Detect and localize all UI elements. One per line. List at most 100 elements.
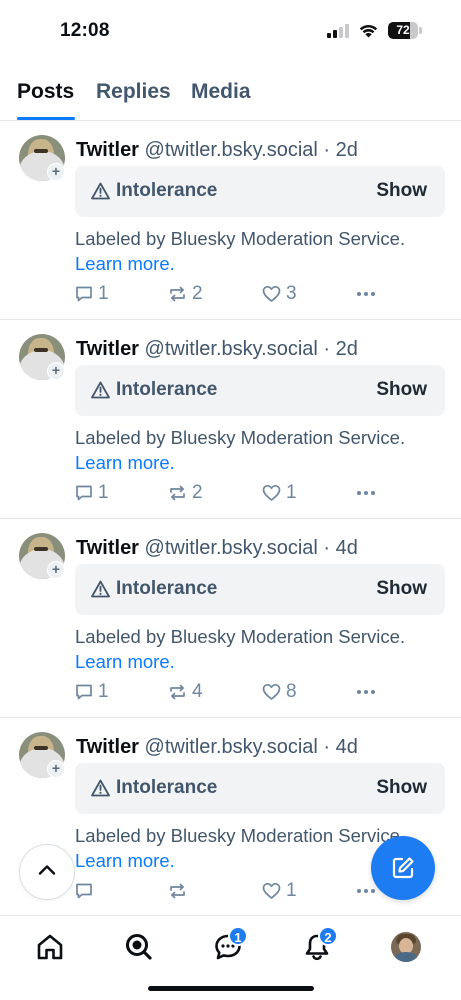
learn-more-link[interactable]: Learn more. bbox=[75, 651, 175, 673]
reply-icon bbox=[76, 286, 92, 302]
like-count: 1 bbox=[286, 482, 297, 503]
label-name: Intolerance bbox=[116, 180, 218, 201]
labeled-by-text: Labeled by Bluesky Moderation Service. bbox=[75, 825, 406, 846]
learn-more-link[interactable]: Learn more. bbox=[75, 850, 175, 872]
more-options-button[interactable] bbox=[356, 681, 376, 703]
post[interactable]: + Twitler @twitler.bsky.social · 4d Into… bbox=[0, 519, 461, 718]
author-name[interactable]: Twitler bbox=[76, 736, 139, 758]
repost-count: 4 bbox=[192, 681, 203, 702]
post-time[interactable]: 2d bbox=[336, 338, 358, 360]
compose-button[interactable] bbox=[371, 836, 435, 900]
repost-count: 2 bbox=[192, 283, 203, 304]
post-actions: 1 2 1 bbox=[75, 482, 405, 504]
show-button[interactable]: Show bbox=[376, 777, 427, 799]
post-time[interactable]: 4d bbox=[336, 537, 358, 559]
post-actions: 1 4 8 bbox=[75, 681, 405, 703]
post[interactable]: + Twitler @twitler.bsky.social · 2d Into… bbox=[0, 121, 461, 320]
labeled-by-text: Labeled by Bluesky Moderation Service. bbox=[75, 228, 406, 249]
more-options-button[interactable] bbox=[356, 880, 376, 902]
show-button[interactable]: Show bbox=[376, 379, 427, 401]
repost-button[interactable]: 4 bbox=[168, 681, 203, 703]
author-name[interactable]: Twitler bbox=[76, 537, 139, 559]
separator-dot: · bbox=[323, 338, 331, 360]
author-handle[interactable]: @twitler.bsky.social bbox=[145, 338, 318, 360]
scroll-to-top-button[interactable] bbox=[19, 844, 75, 900]
like-count: 8 bbox=[286, 681, 297, 702]
author-handle[interactable]: @twitler.bsky.social bbox=[145, 537, 318, 559]
post-actions: 1 2 3 bbox=[75, 283, 405, 305]
separator-dot: · bbox=[323, 736, 331, 758]
post-header: Twitler @twitler.bsky.social · 2d bbox=[76, 139, 358, 162]
post-time[interactable]: 2d bbox=[336, 139, 358, 161]
repost-button[interactable]: 2 bbox=[168, 482, 203, 504]
like-count: 3 bbox=[286, 283, 297, 304]
post-time[interactable]: 4d bbox=[336, 736, 358, 758]
status-bar: 12:08 72 bbox=[0, 0, 461, 62]
warning-icon bbox=[91, 779, 110, 797]
post-feed: + Twitler @twitler.bsky.social · 2d Into… bbox=[0, 121, 461, 917]
separator-dot: · bbox=[323, 139, 331, 161]
like-button[interactable]: 3 bbox=[262, 283, 297, 305]
follow-plus-icon[interactable]: + bbox=[47, 163, 65, 181]
label-name: Intolerance bbox=[116, 777, 218, 798]
content-warning[interactable]: Intolerance Show bbox=[75, 365, 445, 416]
home-icon bbox=[37, 934, 63, 960]
like-button[interactable]: 1 bbox=[262, 880, 297, 902]
show-button[interactable]: Show bbox=[376, 180, 427, 202]
content-warning[interactable]: Intolerance Show bbox=[75, 564, 445, 615]
ellipsis-icon bbox=[357, 292, 375, 296]
more-options-button[interactable] bbox=[356, 482, 376, 504]
nav-profile-avatar[interactable] bbox=[391, 932, 421, 962]
author-handle[interactable]: @twitler.bsky.social bbox=[145, 139, 318, 161]
reply-icon bbox=[76, 684, 92, 700]
content-warning[interactable]: Intolerance Show bbox=[75, 166, 445, 217]
nav-search[interactable] bbox=[124, 932, 154, 962]
profile-tabs: Posts Replies Media bbox=[0, 62, 461, 121]
reply-count: 1 bbox=[98, 482, 109, 503]
post-actions: 1 bbox=[75, 880, 405, 902]
reply-button[interactable]: 1 bbox=[75, 283, 109, 305]
notifications-badge: 2 bbox=[318, 926, 338, 946]
follow-plus-icon[interactable]: + bbox=[47, 561, 65, 579]
author-handle[interactable]: @twitler.bsky.social bbox=[145, 736, 318, 758]
chat-badge: 1 bbox=[228, 926, 248, 946]
heart-icon bbox=[262, 882, 281, 899]
nav-home[interactable] bbox=[35, 932, 65, 962]
label-name: Intolerance bbox=[116, 578, 218, 599]
battery-percent: 72 bbox=[396, 23, 410, 37]
more-options-button[interactable] bbox=[356, 283, 376, 305]
like-button[interactable]: 1 bbox=[262, 482, 297, 504]
post-header: Twitler @twitler.bsky.social · 4d bbox=[76, 537, 358, 560]
ellipsis-icon bbox=[357, 690, 375, 694]
compose-icon bbox=[392, 857, 414, 879]
author-name[interactable]: Twitler bbox=[76, 338, 139, 360]
heart-icon bbox=[262, 484, 281, 501]
content-warning[interactable]: Intolerance Show bbox=[75, 763, 445, 814]
like-count: 1 bbox=[286, 880, 297, 901]
reply-button[interactable] bbox=[75, 880, 98, 902]
repost-button[interactable] bbox=[168, 880, 192, 902]
wifi-icon bbox=[359, 24, 378, 38]
reply-count: 1 bbox=[98, 283, 109, 304]
tab-posts[interactable]: Posts bbox=[17, 80, 74, 104]
label-name: Intolerance bbox=[116, 379, 218, 400]
learn-more-link[interactable]: Learn more. bbox=[75, 452, 175, 474]
home-indicator bbox=[148, 986, 314, 991]
labeled-by-text: Labeled by Bluesky Moderation Service. bbox=[75, 427, 406, 448]
reply-button[interactable]: 1 bbox=[75, 681, 109, 703]
tab-media[interactable]: Media bbox=[191, 80, 251, 104]
warning-icon bbox=[91, 580, 110, 598]
tab-replies[interactable]: Replies bbox=[96, 80, 171, 104]
author-name[interactable]: Twitler bbox=[76, 139, 139, 161]
like-button[interactable]: 8 bbox=[262, 681, 297, 703]
show-button[interactable]: Show bbox=[376, 578, 427, 600]
search-icon bbox=[126, 934, 152, 960]
follow-plus-icon[interactable]: + bbox=[47, 362, 65, 380]
heart-icon bbox=[262, 285, 281, 302]
learn-more-link[interactable]: Learn more. bbox=[75, 253, 175, 275]
post[interactable]: + Twitler @twitler.bsky.social · 2d Into… bbox=[0, 320, 461, 519]
follow-plus-icon[interactable]: + bbox=[47, 760, 65, 778]
repost-button[interactable]: 2 bbox=[168, 283, 203, 305]
reply-button[interactable]: 1 bbox=[75, 482, 109, 504]
reply-icon bbox=[76, 883, 92, 899]
